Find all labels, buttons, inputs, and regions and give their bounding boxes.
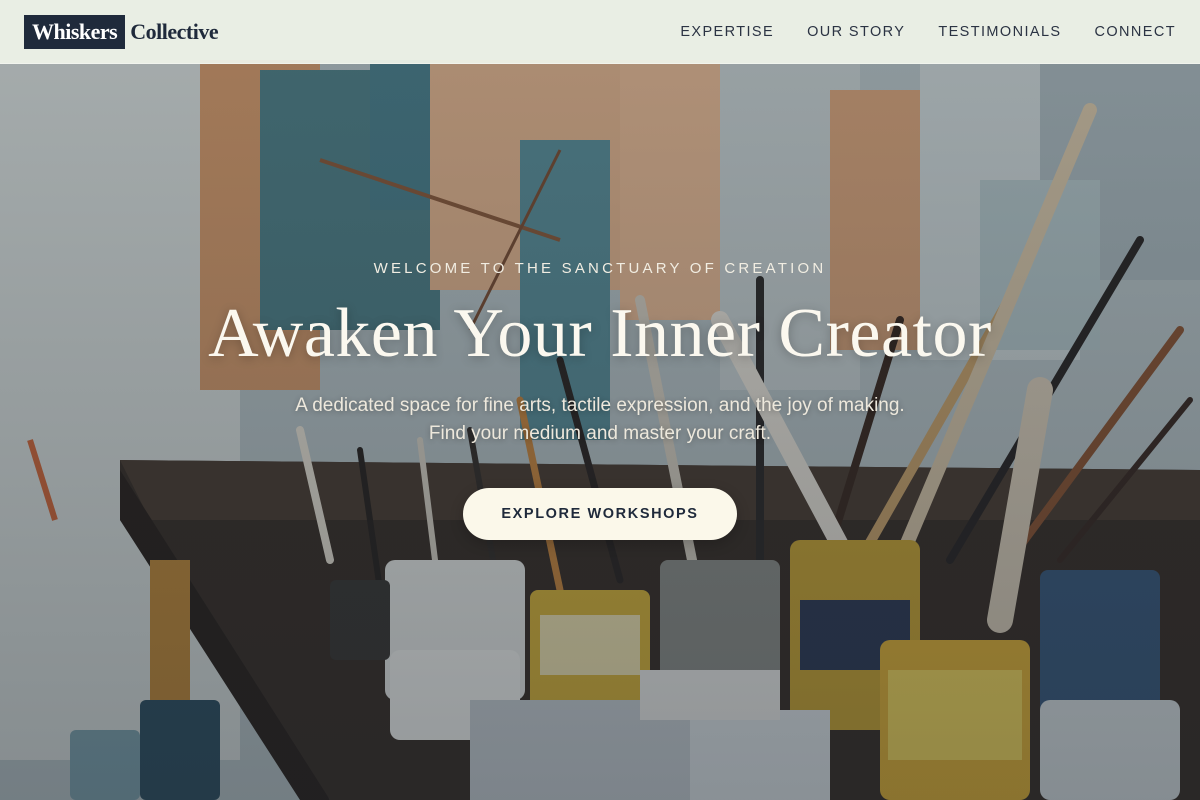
main-nav: EXPERTISE OUR STORY TESTIMONIALS CONNECT — [680, 0, 1176, 64]
logo-box-text: Whiskers — [24, 15, 126, 49]
hero-section: WELCOME TO THE SANCTUARY OF CREATION Awa… — [0, 0, 1200, 800]
brand-logo[interactable]: Whiskers Collective — [24, 15, 219, 49]
nav-link-expertise[interactable]: EXPERTISE — [680, 24, 774, 40]
nav-link-testimonials[interactable]: TESTIMONIALS — [938, 24, 1061, 40]
hero-subtext: A dedicated space for fine arts, tactile… — [295, 395, 905, 444]
hero-eyebrow: WELCOME TO THE SANCTUARY OF CREATION — [373, 260, 827, 277]
site-header: Whiskers Collective EXPERTISE OUR STORY … — [0, 0, 1200, 64]
hero-headline: Awaken Your Inner Creator — [208, 295, 992, 372]
nav-link-connect[interactable]: CONNECT — [1095, 24, 1177, 40]
landing-page: Whiskers Collective EXPERTISE OUR STORY … — [0, 0, 1200, 800]
explore-workshops-button[interactable]: EXPLORE WORKSHOPS — [463, 488, 737, 540]
logo-tail-text: Collective — [130, 19, 219, 44]
nav-link-our-story[interactable]: OUR STORY — [807, 24, 905, 40]
